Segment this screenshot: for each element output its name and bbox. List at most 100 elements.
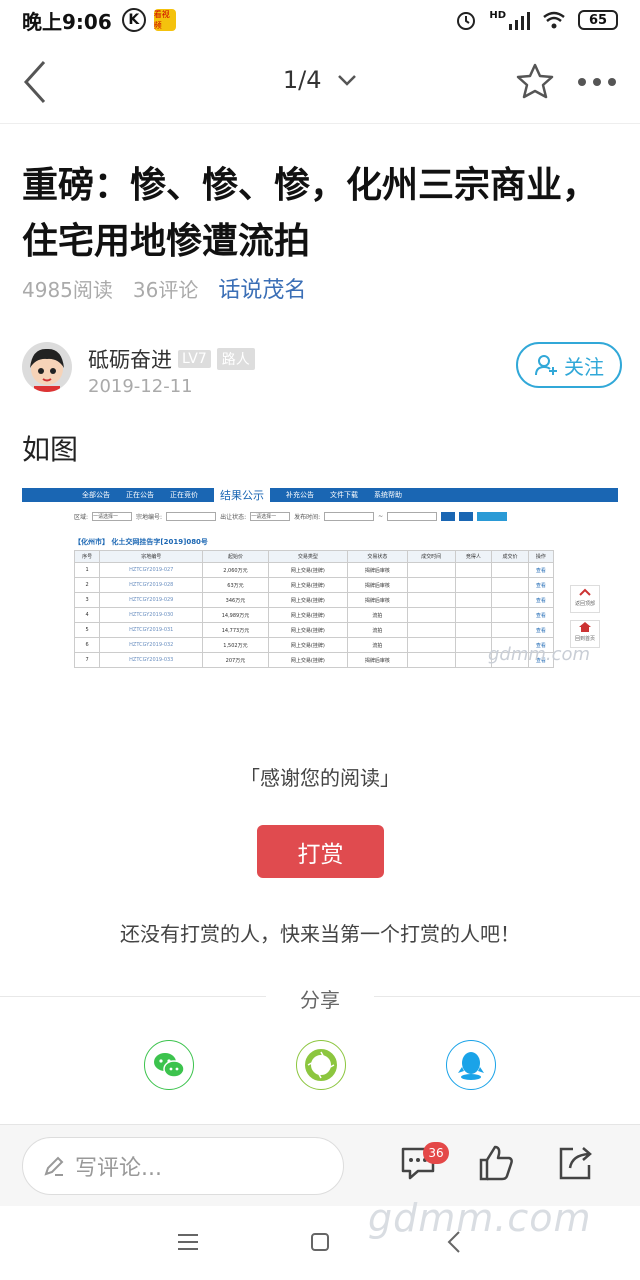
- table-cell: 3: [73, 592, 101, 608]
- k-app-icon: K: [121, 8, 146, 32]
- video-app-icon: 看视频: [153, 9, 176, 31]
- menu-icon[interactable]: [176, 1232, 200, 1252]
- qq-icon[interactable]: [446, 1040, 496, 1090]
- table-cell: 网上交易(挂牌): [267, 562, 349, 578]
- table-cell: 流拍: [347, 607, 408, 623]
- chevron-down-icon: [338, 75, 357, 86]
- table-cell: 网上交易(挂牌): [267, 592, 349, 608]
- share-icon[interactable]: [556, 1143, 596, 1183]
- home-icon[interactable]: [310, 1232, 330, 1252]
- table-cell: [454, 622, 493, 638]
- table-cell: 网上交易(挂牌): [267, 577, 349, 593]
- role-badge: 路人: [216, 348, 255, 370]
- article-body-text: 如图: [22, 433, 79, 466]
- author-name-row: 砥砺奋进 LV7 路人: [88, 344, 255, 374]
- filter-box: [166, 512, 217, 521]
- embedded-filters: 区域: 一请选择一 宗地编号: 出让状态: 一请选择一 发布时间: ~: [74, 512, 508, 521]
- embedded-tabs: 全部公告 正在公告 正在竞价 结果公示 补充公告 文件下载 系统帮助: [22, 488, 618, 504]
- side-label: 回到首页: [574, 636, 595, 642]
- filter-label: 出让状态:: [220, 514, 247, 521]
- table-cell: 1: [73, 562, 101, 578]
- table-header-cell: 交易类型: [267, 550, 349, 563]
- embedded-tab: 正在公告: [126, 491, 154, 499]
- table-cell: 6: [73, 637, 101, 653]
- read-count: 4985阅读: [22, 278, 113, 302]
- like-icon[interactable]: [476, 1143, 516, 1183]
- filter-button: [441, 512, 456, 521]
- filter-box: [387, 512, 438, 521]
- table-cell: 14,989万元: [202, 607, 269, 623]
- table-cell: 流拍: [347, 637, 408, 653]
- comment-count: 36评论: [132, 278, 199, 302]
- table-cell: 网上交易(挂牌): [267, 622, 349, 638]
- thanks-text: 「感谢您的阅读」: [240, 766, 400, 790]
- table-cell: 4: [73, 607, 101, 623]
- share-title: 分享: [300, 988, 340, 1012]
- table-cell: HZTCGY2019-033: [99, 652, 204, 668]
- table-cell: 5: [73, 622, 101, 638]
- embedded-table: 序号 宗地编号 起始价 交易类型 交易状态 成交时间 竞得人 成交价 操作 1 HZTCGY201…: [73, 550, 555, 668]
- article-meta: 4985阅读 36评论 话说茂名: [22, 274, 306, 304]
- table-cell: [454, 577, 493, 593]
- table-row: 2 HZTCGY2019-028 63万元 网上交易(挂牌) 揭牌后审核 查看: [73, 577, 555, 593]
- table-cell: [406, 592, 456, 608]
- table-cell: [406, 652, 456, 668]
- embedded-tab-active: 结果公示: [214, 488, 270, 504]
- alarm-icon: [457, 12, 476, 30]
- filter-label: 区域:: [74, 514, 89, 521]
- embedded-tab: 系统帮助: [374, 491, 402, 499]
- table-cell: 查看: [527, 577, 555, 593]
- topic-link[interactable]: 话说茂名: [218, 272, 306, 304]
- table-cell: 14,773万元: [202, 622, 269, 638]
- filter-label: 发布时间:: [294, 514, 321, 521]
- filter-box: 一请选择一: [250, 512, 291, 521]
- table-cell: [406, 622, 456, 638]
- more-icon[interactable]: [578, 78, 616, 86]
- table-cell: HZTCGY2019-032: [99, 637, 204, 653]
- table-cell: 7: [73, 652, 101, 668]
- page-indicator: 1/4: [282, 66, 322, 94]
- table-cell: 网上交易(挂牌): [267, 607, 349, 623]
- table-cell: [454, 652, 493, 668]
- filter-button: [477, 512, 508, 521]
- table-cell: HZTCGY2019-030: [99, 607, 204, 623]
- filter-box: [324, 512, 375, 521]
- table-cell: 1,502万元: [202, 637, 269, 653]
- table-row: 3 HZTCGY2019-029 346万元 网上交易(挂牌) 揭牌后审核 查看: [73, 592, 555, 608]
- article-image[interactable]: 全部公告 正在公告 正在竞价 结果公示 补充公告 文件下载 系统帮助 区域: 一…: [22, 488, 618, 698]
- table-cell: [406, 577, 456, 593]
- divider: [374, 996, 640, 997]
- moments-icon[interactable]: [296, 1040, 346, 1090]
- table-cell: 查看: [527, 592, 555, 608]
- embedded-table-title: 【化州市】 化土交网挂告字[2019]080号: [74, 538, 208, 546]
- embedded-tab: 正在竞价: [170, 491, 198, 499]
- top-nav: 1/4: [0, 40, 640, 124]
- table-cell: [406, 637, 456, 653]
- follow-button[interactable]: 关注: [516, 342, 622, 388]
- table-header-cell: 竞得人: [454, 550, 493, 563]
- table-cell: 揭牌后审核: [347, 652, 408, 668]
- level-badge: LV7: [178, 350, 211, 368]
- table-row: 6 HZTCGY2019-032 1,502万元 网上交易(挂牌) 流拍 查看: [73, 637, 555, 653]
- filter-label: 宗地编号:: [136, 514, 163, 521]
- table-cell: 查看: [527, 607, 555, 623]
- author-row: 砥砺奋进 LV7 路人 2019-12-11 关注: [22, 342, 622, 402]
- table-cell: HZTCGY2019-027: [99, 562, 204, 578]
- table-cell: 流拍: [347, 622, 408, 638]
- author-name[interactable]: 砥砺奋进: [88, 344, 172, 374]
- avatar[interactable]: [22, 342, 72, 392]
- reward-button[interactable]: 打赏: [257, 825, 384, 878]
- filter-button: [459, 512, 474, 521]
- network-type: HD: [489, 9, 506, 21]
- publish-date: 2019-12-11: [88, 376, 193, 397]
- follow-label: 关注: [564, 354, 604, 379]
- table-cell: 揭牌后审核: [347, 562, 408, 578]
- favorite-star-icon[interactable]: [516, 62, 554, 100]
- table-cell: [491, 577, 529, 593]
- table-header-cell: 成交价: [491, 550, 529, 563]
- table-header-cell: 操作: [527, 550, 555, 563]
- comment-bar: 写评论...: [0, 1124, 640, 1206]
- comment-input[interactable]: 写评论...: [22, 1137, 344, 1195]
- add-user-icon: [535, 355, 557, 376]
- wechat-icon[interactable]: [144, 1040, 194, 1090]
